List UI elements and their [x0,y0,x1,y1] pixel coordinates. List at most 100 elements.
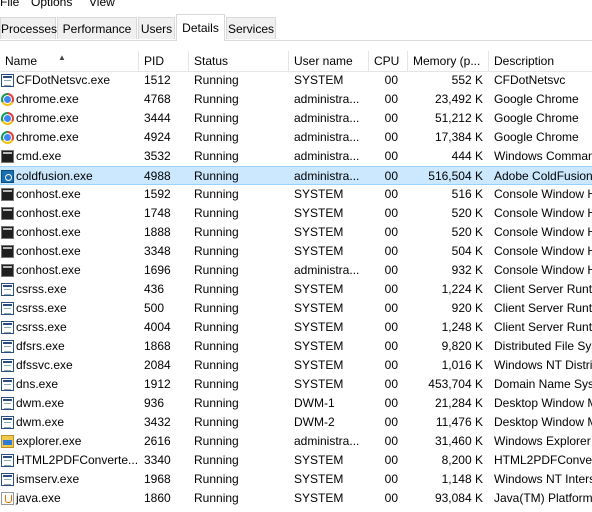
generic-app-icon [1,416,14,429]
process-name-cell: csrss.exe [0,299,140,318]
menu-view[interactable]: View [89,0,115,10]
description-cell: Domain Name Syst [494,377,592,391]
cpu-cell: 00 [384,491,398,505]
cpu-cell: 00 [384,377,398,391]
status-cell: Running [194,92,239,106]
column-header-name[interactable]: Name [0,51,139,71]
memory-cell: 520 K [451,206,483,220]
column-header-memory[interactable]: Memory (p... [408,51,489,71]
pid-cell: 4004 [144,320,171,334]
table-row[interactable]: conhost.exe 1592 Running SYSTEM 00 516 K Conso… [0,185,592,204]
column-header-pid[interactable]: PID [139,51,189,71]
user-name-cell: SYSTEM [294,377,344,391]
table-row[interactable]: dwm.exe 936 Running DWM-1 00 21,284 K Desktop … [0,394,592,413]
column-header-status[interactable]: Status [189,51,289,71]
description-cell: Windows Explorer [494,434,591,448]
console-icon [1,245,14,258]
description-cell: Windows NT Inters [494,472,592,486]
table-row[interactable]: conhost.exe 1888 Running SYSTEM 00 520 K Conso… [0,223,592,242]
table-row[interactable]: chrome.exe 4768 Running administra... 00 23,4… [0,90,592,109]
memory-cell: 31,460 K [434,434,483,448]
process-name-cell: conhost.exe [0,204,140,223]
column-header-description[interactable]: Description [489,51,592,71]
table-row[interactable]: chrome.exe 4924 Running administra... 00 17,3… [0,128,592,147]
process-name: conhost.exe [16,187,81,201]
column-header-cpu[interactable]: CPU [369,51,408,71]
tab-divider [0,40,592,41]
pid-cell: 1512 [144,73,171,87]
column-header-row: Name PID Status User name CPU Memory (p.… [0,51,592,72]
pid-cell: 2616 [144,434,171,448]
table-row[interactable]: HTML2PDFConverte... 3340 Running SYSTEM 00 8,… [0,451,592,470]
user-name-cell: SYSTEM [294,282,344,296]
user-name-cell: SYSTEM [294,301,344,315]
table-row[interactable]: conhost.exe 1696 Running administra... 00 932… [0,261,592,280]
table-row[interactable]: explorer.exe 2616 Running administra... 00 31… [0,432,592,451]
tab-details[interactable]: Details [176,14,225,41]
console-icon [1,150,14,163]
table-row[interactable]: java.exe 1860 Running SYSTEM 00 93,084 K Java(… [0,489,592,508]
user-name-cell: administra... [294,169,360,183]
table-row[interactable]: conhost.exe 1748 Running SYSTEM 00 520 K Conso… [0,204,592,223]
pid-cell: 1968 [144,472,171,486]
cpu-cell: 00 [384,282,398,296]
memory-cell: 504 K [451,244,483,258]
column-header-user-name[interactable]: User name [289,51,369,71]
table-row[interactable]: csrss.exe 4004 Running SYSTEM 00 1,248 K Clien… [0,318,592,337]
menu-file[interactable]: File [0,0,19,10]
process-name: java.exe [16,491,61,505]
table-row[interactable]: dfssvc.exe 2084 Running SYSTEM 00 1,016 K Wind… [0,356,592,375]
cpu-cell: 00 [384,111,398,125]
status-cell: Running [194,396,239,410]
console-icon [1,207,14,220]
user-name-cell: DWM-1 [294,396,335,410]
table-row[interactable]: csrss.exe 436 Running SYSTEM 00 1,224 K Client… [0,280,592,299]
process-name-cell: dfssvc.exe [0,356,140,375]
pid-cell: 1696 [144,263,171,277]
table-row[interactable]: cmd.exe 3532 Running administra... 00 444 K Wi… [0,147,592,166]
pid-cell: 3532 [144,149,171,163]
table-row[interactable]: ismserv.exe 1968 Running SYSTEM 00 1,148 K Win… [0,470,592,489]
tab-performance[interactable]: Performance [57,17,137,39]
table-row[interactable]: dwm.exe 3432 Running DWM-2 00 11,476 K Desktop… [0,413,592,432]
process-name-cell: chrome.exe [0,109,140,128]
process-name: dfssvc.exe [16,358,73,372]
generic-app-icon [1,283,14,296]
table-row[interactable]: chrome.exe 3444 Running administra... 00 51,2… [0,109,592,128]
memory-cell: 520 K [451,225,483,239]
process-name-cell: CFDotNetsvc.exe [0,71,140,90]
process-name-cell: dwm.exe [0,413,140,432]
memory-cell: 444 K [451,149,483,163]
memory-cell: 516 K [451,187,483,201]
generic-app-icon [1,340,14,353]
tab-services[interactable]: Services [226,17,276,39]
table-row[interactable]: dfsrs.exe 1868 Running SYSTEM 00 9,820 K Distr… [0,337,592,356]
tab-users[interactable]: Users [138,17,175,39]
generic-app-icon [1,321,14,334]
status-cell: Running [194,282,239,296]
status-cell: Running [194,320,239,334]
process-name-cell: java.exe [0,489,140,508]
user-name-cell: administra... [294,111,360,125]
user-name-cell: administra... [294,263,360,277]
menu-options[interactable]: Options [31,0,72,10]
table-row[interactable]: coldfusion.exe 4988 Running administra... 00… [0,166,592,185]
memory-cell: 932 K [451,263,483,277]
process-name-cell: conhost.exe [0,185,140,204]
process-name-cell: dns.exe [0,375,140,394]
process-name: conhost.exe [16,244,81,258]
cpu-cell: 00 [384,472,398,486]
table-row[interactable]: CFDotNetsvc.exe 1512 Running SYSTEM 00 552 K C… [0,71,592,90]
status-cell: Running [194,225,239,239]
description-cell: Java(TM) Platform [494,491,592,505]
process-name-cell: dfsrs.exe [0,337,140,356]
pid-cell: 4988 [144,169,171,183]
pid-cell: 3340 [144,453,171,467]
table-row[interactable]: conhost.exe 3348 Running SYSTEM 00 504 K Conso… [0,242,592,261]
table-row[interactable]: dns.exe 1912 Running SYSTEM 00 453,704 K Domai… [0,375,592,394]
description-cell: Desktop Window M [494,415,592,429]
tab-processes[interactable]: Processes [0,17,57,39]
status-cell: Running [194,244,239,258]
table-row[interactable]: csrss.exe 500 Running SYSTEM 00 920 K Client S… [0,299,592,318]
pid-cell: 1860 [144,491,171,505]
